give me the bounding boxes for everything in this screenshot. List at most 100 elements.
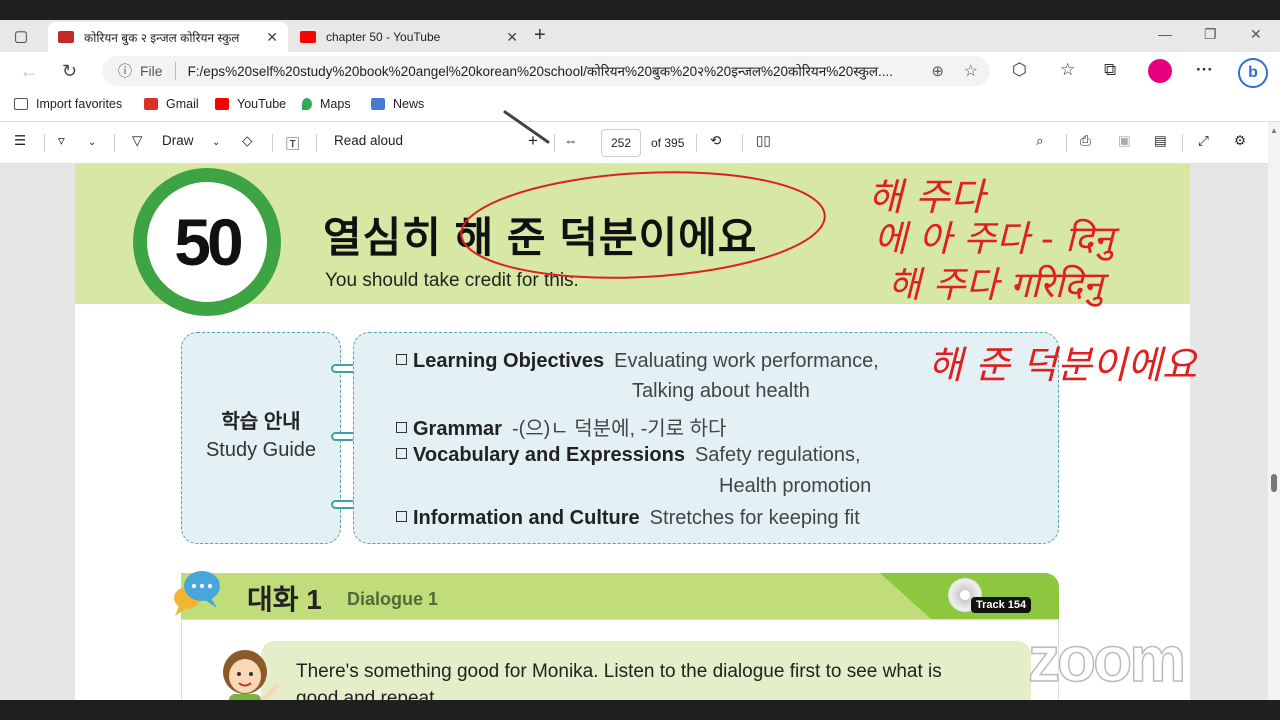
lesson-title-ko: 열심히 해 준 덕분이에요 xyxy=(323,214,758,261)
instruction-line-1: There's something good for Monika. Liste… xyxy=(296,661,942,682)
study-guide-box: 학습 안내 Study Guide xyxy=(181,332,341,544)
youtube-favicon-icon xyxy=(300,31,316,43)
bookmark-label: Maps xyxy=(320,97,351,111)
speech-bubble-icon xyxy=(174,571,220,616)
favorites-icon[interactable]: ☆ xyxy=(1060,60,1075,80)
instruction-line-2: good and repeat. xyxy=(296,688,440,700)
scroll-up-icon[interactable]: ▲ xyxy=(1270,126,1278,135)
divider xyxy=(114,134,115,152)
divider xyxy=(174,62,176,80)
draw-button[interactable]: Draw xyxy=(162,133,194,148)
news-icon xyxy=(371,98,385,110)
zoom-in-icon[interactable]: + xyxy=(528,131,538,151)
rotate-icon[interactable]: ⟲ xyxy=(710,133,721,149)
close-tab-icon[interactable]: ✕ xyxy=(266,29,278,46)
fit-page-icon[interactable]: ⇔ xyxy=(564,133,578,148)
study-guide-ko: 학습 안내 xyxy=(221,411,301,433)
draw-pen-icon[interactable]: ▽ xyxy=(132,133,142,149)
tab-pdf[interactable]: कोरियन बुक २ इन्जल कोरियन स्कुल ✕ xyxy=(48,22,288,52)
dialogue-title-ko: 대화 1 xyxy=(247,584,322,615)
page-total: of 395 xyxy=(651,136,685,150)
bookmark-news[interactable]: News xyxy=(371,97,424,111)
bookmark-label: YouTube xyxy=(237,97,287,111)
bookmarks-bar: Import favorites Gmail YouTube Maps News xyxy=(0,90,1280,122)
page-view-icon[interactable]: ▯▯ xyxy=(756,133,771,149)
divider xyxy=(44,134,45,152)
objective-value-cont: Health promotion xyxy=(719,475,872,497)
youtube-icon xyxy=(215,98,229,110)
add-favorite-icon[interactable]: ☆ xyxy=(964,61,978,81)
fullscreen-icon[interactable]: ⤢ xyxy=(1198,133,1209,149)
objective-culture: Information and Culture Stretches for kee… xyxy=(396,507,860,530)
study-guide-en: Study Guide xyxy=(205,439,317,461)
print-icon[interactable]: ⎙ xyxy=(1080,133,1091,149)
bookmark-youtube[interactable]: YouTube xyxy=(215,97,286,111)
new-tab-button[interactable]: + xyxy=(534,24,546,47)
scroll-thumb[interactable] xyxy=(1271,474,1277,492)
file-label: File xyxy=(140,63,163,79)
divider xyxy=(316,134,317,152)
text-icon[interactable]: 🅃 xyxy=(286,133,300,153)
annotation-line-4: 해 준 덕분이에요 xyxy=(928,343,1197,387)
close-window-button[interactable]: ✕ xyxy=(1250,26,1262,43)
checkbox-icon xyxy=(396,511,407,522)
objective-label: Grammar xyxy=(413,418,502,440)
divider xyxy=(1066,134,1067,152)
dialogue-title-en: Dialogue 1 xyxy=(347,589,439,609)
bookmark-label: Gmail xyxy=(166,97,199,111)
objective-value: Safety regulations, xyxy=(694,444,861,466)
band-slant xyxy=(871,573,931,619)
settings-gear-icon[interactable]: ⚙ xyxy=(1234,133,1246,149)
objective-value-cont: Talking about health xyxy=(632,380,810,402)
zoom-icon[interactable]: ⊕ xyxy=(931,62,944,80)
refresh-button[interactable]: ↻ xyxy=(62,61,77,82)
objective-learning: Learning Objectives Evaluating work perfo… xyxy=(396,350,879,373)
close-tab-icon[interactable]: ✕ xyxy=(506,29,518,46)
divider xyxy=(742,134,743,152)
contents-icon[interactable]: ☰ xyxy=(14,133,26,149)
info-icon[interactable]: ⓘ xyxy=(118,61,132,81)
more-menu-icon[interactable]: ··· xyxy=(1196,60,1213,80)
minimize-button[interactable]: — xyxy=(1158,26,1172,42)
tab-actions-icon[interactable]: ▢ xyxy=(10,26,32,46)
bing-copilot-icon[interactable]: b xyxy=(1238,58,1268,88)
divider xyxy=(554,134,555,152)
read-aloud-button[interactable]: Read aloud xyxy=(334,133,403,148)
page-number-input[interactable]: 252 xyxy=(601,129,641,157)
collections-icon[interactable]: ⧉ xyxy=(1104,60,1116,80)
save-icon[interactable]: ▣ xyxy=(1118,133,1131,149)
tab-title: कोरियन बुक २ इन्जल कोरियन स्कुल xyxy=(84,30,240,45)
track-badge: Track 154 xyxy=(971,597,1032,613)
bookmark-import-favorites[interactable]: Import favorites xyxy=(14,97,122,111)
lesson-title-en: You should take credit for this. xyxy=(325,270,579,291)
highlight-icon[interactable]: ▿ xyxy=(58,133,65,149)
back-button[interactable]: ← xyxy=(20,61,38,82)
restore-button[interactable]: ❐ xyxy=(1204,26,1217,43)
save-as-icon[interactable]: ▤ xyxy=(1154,133,1167,149)
objective-label: Vocabulary and Expressions xyxy=(413,444,685,466)
chevron-down-icon[interactable]: ⌄ xyxy=(212,137,220,148)
annotation-line-2: 에 아 주다 - दिनु xyxy=(874,219,1114,260)
tab-title: chapter 50 - YouTube xyxy=(326,30,441,44)
search-icon[interactable]: ⌕ xyxy=(1036,133,1044,149)
profile-avatar[interactable] xyxy=(1148,59,1172,83)
objective-vocabulary: Vocabulary and Expressions Safety regulat… xyxy=(396,444,861,467)
chevron-down-icon[interactable]: ⌄ xyxy=(88,137,96,148)
url-text[interactable]: F:/eps%20self%20study%20book%20angel%20k… xyxy=(188,62,918,80)
tab-youtube[interactable]: chapter 50 - YouTube ✕ xyxy=(290,22,528,52)
objective-value: Evaluating work performance, xyxy=(614,350,879,372)
bookmark-maps[interactable]: Maps xyxy=(302,97,351,111)
divider xyxy=(696,134,697,152)
checkbox-icon xyxy=(396,354,407,365)
screen-bottom-edge xyxy=(0,700,1280,720)
bookmark-gmail[interactable]: Gmail xyxy=(144,97,199,111)
vertical-scrollbar[interactable]: ▲ xyxy=(1268,122,1280,700)
url-field[interactable]: ⓘ File F:/eps%20self%20study%20book%20an… xyxy=(102,56,990,86)
eraser-icon[interactable]: ◇ xyxy=(242,133,252,149)
gmail-icon xyxy=(144,98,158,110)
objective-label: Information and Culture xyxy=(413,507,640,529)
annotation-line-3: 해 주다 गरिदिनु xyxy=(888,265,1103,306)
extensions-icon[interactable]: ⬡ xyxy=(1012,60,1027,80)
import-icon xyxy=(14,98,28,110)
bookmark-label: Import favorites xyxy=(36,97,123,111)
